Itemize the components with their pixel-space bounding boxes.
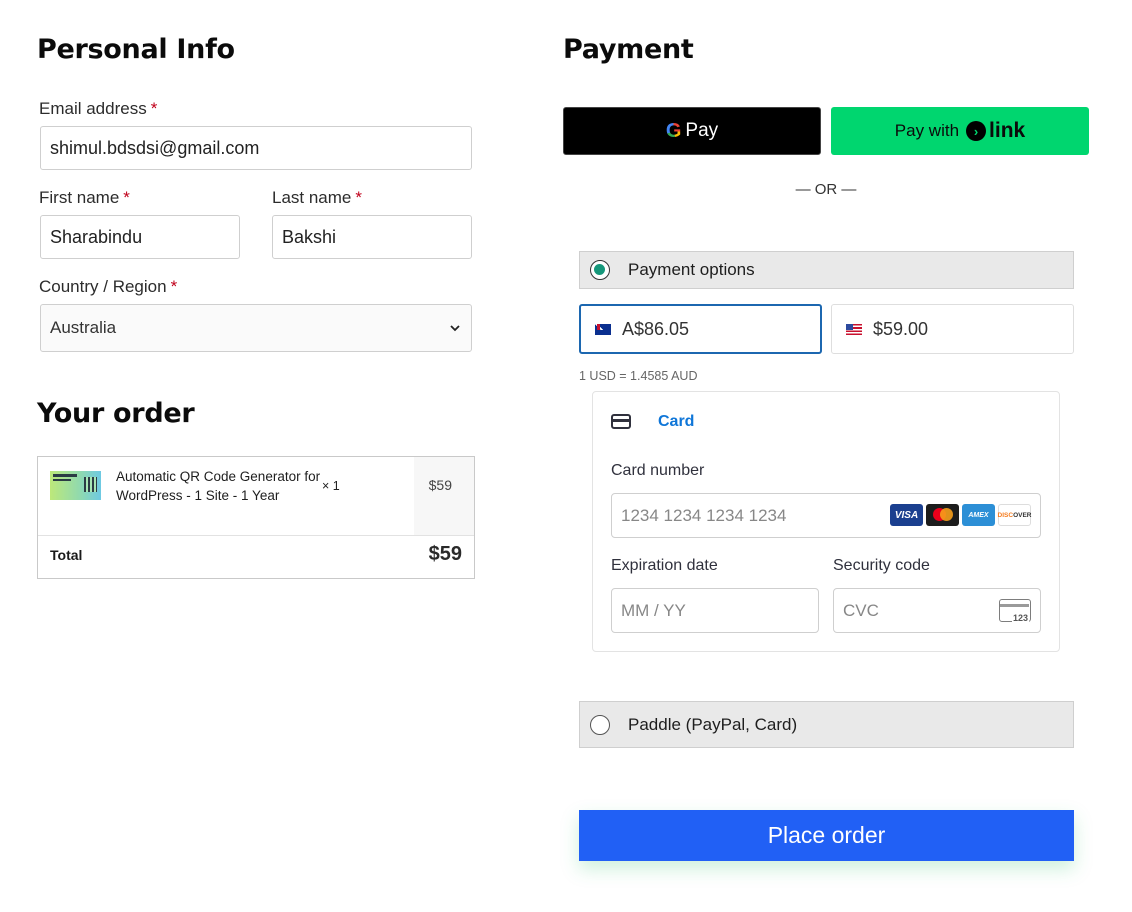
card-number-field[interactable]: 1234 1234 1234 1234 VISA AMEX DISC OVER [611,493,1041,538]
your-order-heading: Your order [37,398,195,429]
country-value: Australia [50,318,117,337]
pay-with-link-button[interactable]: Pay with › link [831,107,1089,155]
required-mark: * [150,99,158,118]
cvc-icon-text: 123 [1011,613,1029,623]
paddle-radio-row[interactable]: Paddle (PayPal, Card) [579,701,1074,748]
last-name-label: Last name * [272,188,362,208]
total-label: Total [50,547,83,563]
discover-icon: DISC OVER [998,504,1031,526]
or-divider: — OR — [795,181,857,198]
expiry-field[interactable]: MM / YY [611,588,819,633]
currency-option-usd[interactable]: $59.00 [831,304,1074,354]
country-label: Country / Region * [39,277,177,297]
visa-icon: VISA [890,504,923,526]
payment-heading: Payment [563,34,694,65]
last-name-value: Bakshi [282,226,337,247]
mastercard-icon [926,504,959,526]
email-label: Email address * [39,99,157,119]
paddle-label: Paddle (PayPal, Card) [628,714,798,734]
currency-option-aud[interactable]: A$86.05 [579,304,822,354]
exchange-rate: 1 USD = 1.4585 AUD [579,369,698,383]
expiry-placeholder: MM / YY [621,600,686,620]
last-name-label-text: Last name [272,188,352,207]
security-code-label: Security code [833,557,930,574]
personal-info-heading: Personal Info [37,34,235,65]
link-brand: link [989,119,1026,142]
us-flag-icon [846,323,862,335]
google-pay-button[interactable]: G Pay [563,107,821,155]
cvc-card-icon: 123 [999,599,1031,623]
place-order-button[interactable]: Place order [579,810,1074,861]
google-pay-label: Pay [685,120,719,141]
google-g-icon: G [665,119,682,142]
radio-unselected[interactable] [590,714,610,735]
card-brand-icons: VISA AMEX DISC OVER [890,504,1031,526]
total-value: $59 [428,543,462,565]
product-price: $59 [428,477,452,493]
first-name-value: Sharabindu [50,226,143,247]
first-name-label: First name * [39,188,130,208]
discover-text: DISC [997,511,1014,519]
discover-text-2: OVER [1013,511,1032,519]
order-item-row: Automatic QR Code Generator for WordPres… [38,457,474,536]
chevron-down-icon [450,325,460,332]
email-field[interactable]: shimul.bdsdsi@gmail.com [40,126,472,170]
link-arrow-icon: › [966,121,987,141]
email-value: shimul.bdsdsi@gmail.com [50,137,260,158]
card-payment-form: Card Card number 1234 1234 1234 1234 VIS… [592,391,1060,652]
security-code-field[interactable]: CVC 123 [833,588,1041,633]
required-mark: * [170,277,178,296]
payment-options-radio-row[interactable]: Payment options [579,251,1074,289]
first-name-label-text: First name [39,188,120,207]
currency-amount: A$86.05 [622,318,690,339]
cvc-placeholder: CVC [843,600,879,620]
link-prefix: Pay with [894,121,960,140]
amex-icon: AMEX [962,504,995,526]
first-name-field[interactable]: Sharabindu [40,215,240,259]
country-select[interactable]: Australia [40,304,472,352]
last-name-field[interactable]: Bakshi [272,215,472,259]
currency-amount: $59.00 [873,318,929,339]
order-table: Automatic QR Code Generator for WordPres… [37,456,475,579]
expiry-label: Expiration date [611,557,718,574]
price-cell [414,457,474,535]
card-number-placeholder: 1234 1234 1234 1234 [621,505,787,525]
product-thumbnail [50,471,101,500]
required-mark: * [355,188,363,207]
card-number-label: Card number [611,462,705,479]
radio-selected[interactable] [590,260,610,280]
product-quantity: × 1 [322,479,340,493]
country-label-text: Country / Region [39,277,167,296]
au-flag-icon [595,323,611,335]
email-label-text: Email address [39,99,147,118]
credit-card-icon [611,414,631,429]
product-name: Automatic QR Code Generator for WordPres… [116,469,321,503]
required-mark: * [123,188,130,207]
card-tab[interactable]: Card [658,413,694,431]
payment-options-label: Payment options [628,260,755,279]
